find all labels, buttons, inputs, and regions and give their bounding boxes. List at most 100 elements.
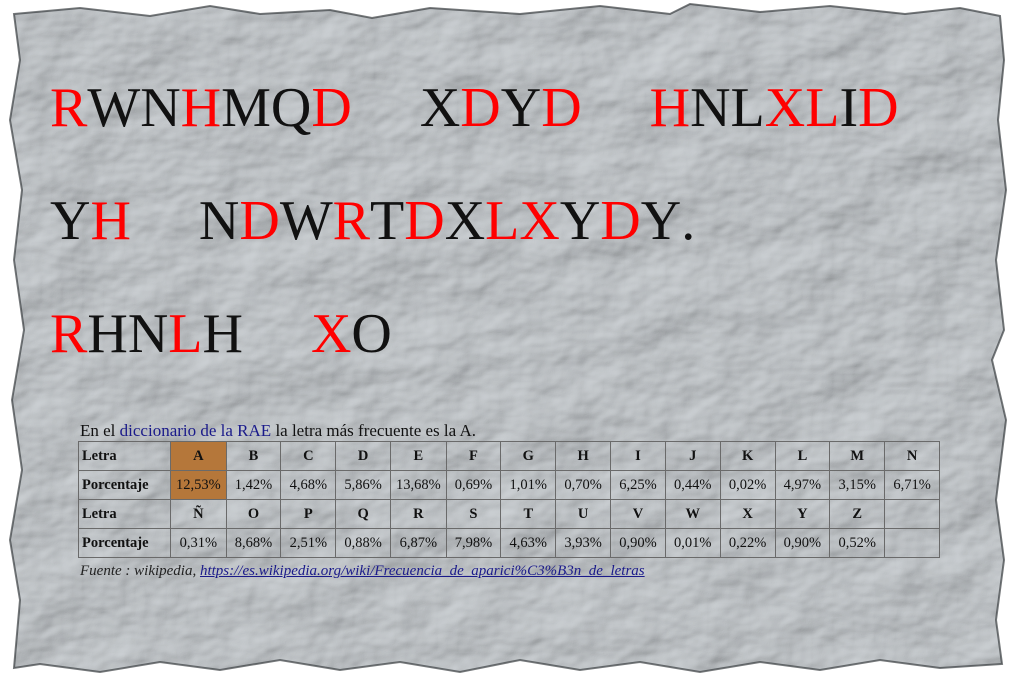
letter-cell: P <box>280 499 337 529</box>
source-line: Fuente : wikipedia, https://es.wikipedia… <box>80 560 940 582</box>
percent-cell: 0,69% <box>445 470 502 500</box>
letter-cell: E <box>390 441 447 471</box>
cipher-letter-highlighted: H <box>90 190 131 252</box>
letter-header-cell: Letra <box>77 499 172 529</box>
letter-frequency-table: Letra A B C D E F G H I J K L M N Porcentaje 12,53% 1,42%… <box>77 441 940 558</box>
percent-row: Porcentaje 0,31% 8,68% 2,51% 0,88% 6,87% 7,98%… <box>77 528 940 558</box>
letter-cell: O <box>225 499 282 529</box>
cipher-letter: X <box>444 190 486 252</box>
intro-after: la letra más frecuente es la A. <box>271 421 477 440</box>
letter-row: Letra A B C D E F G H I J K L M N <box>77 441 940 471</box>
letter-cell: F <box>445 441 502 471</box>
cipher-letter-highlighted: L <box>805 77 840 139</box>
cipher-letter: L <box>730 77 765 139</box>
letter-cell: B <box>225 441 282 471</box>
cipher-line: RHNLH XO <box>50 278 1000 391</box>
letter-cell: Y <box>774 499 831 529</box>
cipher-letter: Y <box>50 190 91 252</box>
percent-cell: 0,31% <box>170 528 227 558</box>
cipher-letter-highlighted: X <box>310 303 352 365</box>
cipher-letter-highlighted: L <box>168 303 203 365</box>
percent-header-cell: Porcentaje <box>77 528 172 558</box>
cipher-letter: N <box>690 77 731 139</box>
cipher-letter: H <box>87 303 128 365</box>
cipher-letter: M <box>221 77 271 139</box>
cipher-letter-highlighted: H <box>649 77 691 139</box>
cipher-letter: W <box>279 190 333 252</box>
percent-cell: 0,90% <box>610 528 666 558</box>
letter-cell <box>884 499 940 529</box>
source-link[interactable]: https://es.wikipedia.org/wiki/Frecuencia… <box>200 563 645 579</box>
percent-cell: 0,88% <box>335 528 392 558</box>
percent-cell: 1,01% <box>500 470 557 500</box>
cipher-letter: Y <box>559 190 601 252</box>
cipher-letter-highlighted: H <box>180 77 222 139</box>
percent-cell <box>884 528 940 558</box>
letter-cell: A <box>170 441 227 471</box>
cipher-letter: Y <box>500 77 542 139</box>
letter-cell: W <box>664 499 721 529</box>
cipher-letter: T <box>370 190 405 252</box>
percent-header-cell: Porcentaje <box>77 470 172 500</box>
cipher-letter: . <box>681 190 696 252</box>
cipher-letter-highlighted: R <box>50 77 88 139</box>
cipher-letter-highlighted: D <box>239 190 280 252</box>
cipher-letter: I <box>839 77 859 139</box>
percent-cell: 0,90% <box>774 528 831 558</box>
cipher-letter-highlighted: D <box>460 77 501 139</box>
intro-sentence: En el diccionario de la RAE la letra más… <box>80 421 940 441</box>
percent-cell: 0,22% <box>719 528 776 558</box>
cipher-letter: Y <box>640 190 682 252</box>
letter-cell: L <box>774 441 831 471</box>
cipher-word: HNLXLID <box>650 52 899 165</box>
percent-cell: 5,86% <box>335 470 392 500</box>
rae-dictionary-link[interactable]: diccionario de la RAE <box>120 421 272 440</box>
cipher-letter: Q <box>270 77 312 139</box>
cipher-letter: N <box>140 77 181 139</box>
cipher-line: YH NDWRTDXLXYDY. <box>50 165 1000 278</box>
intro-before: En el <box>80 421 120 440</box>
cipher-text: RWNHMQD XDYD HNLXLID YH NDWRTDXLXYDY. RHNLH XO <box>50 52 1000 391</box>
letter-cell: Q <box>335 499 392 529</box>
percent-cell: 3,15% <box>829 470 886 500</box>
letter-cell: S <box>445 499 502 529</box>
cipher-letter-highlighted: D <box>541 77 582 139</box>
info-section: En el diccionario de la RAE la letra más… <box>77 421 940 582</box>
letter-cell: D <box>335 441 392 471</box>
percent-cell: 8,68% <box>225 528 282 558</box>
cipher-word: XDYD <box>420 52 582 165</box>
cipher-letter-highlighted: D <box>858 77 899 139</box>
cipher-word: YH <box>50 165 131 278</box>
letter-cell: M <box>829 441 886 471</box>
percent-cell: 6,71% <box>884 470 940 500</box>
cipher-letter: W <box>87 77 141 139</box>
percent-cell: 4,63% <box>500 528 557 558</box>
cipher-letter-highlighted: R <box>332 190 371 252</box>
cipher-word: XO <box>311 278 392 391</box>
cipher-word: NDWRTDXLXYDY. <box>199 165 695 278</box>
letter-cell: U <box>555 499 612 529</box>
letter-cell: K <box>719 441 776 471</box>
cipher-letter: O <box>351 303 392 365</box>
cipher-letter: N <box>198 190 240 252</box>
cipher-line: RWNHMQD XDYD HNLXLID <box>50 52 1000 165</box>
percent-cell: 4,97% <box>774 470 831 500</box>
letter-cell: N <box>884 441 940 471</box>
percent-cell: 0,52% <box>829 528 886 558</box>
cipher-word: RWNHMQD <box>50 52 352 165</box>
letter-cell: R <box>390 499 447 529</box>
letter-header-cell: Letra <box>77 441 172 471</box>
cipher-letter-highlighted: D <box>311 77 352 139</box>
percent-cell: 0,44% <box>664 470 721 500</box>
cipher-letter-highlighted: L <box>485 190 520 252</box>
percent-cell: 2,51% <box>280 528 337 558</box>
percent-row: Porcentaje 12,53% 1,42% 4,68% 5,86% 13,68% 0,6… <box>77 470 940 500</box>
cipher-letter: X <box>419 77 461 139</box>
letter-cell: X <box>719 499 776 529</box>
cipher-word: RHNLH <box>50 278 243 391</box>
letter-row: Letra Ñ O P Q R S T U V W X Y Z <box>77 499 940 529</box>
percent-cell: 4,68% <box>280 470 337 500</box>
percent-cell: 13,68% <box>390 470 447 500</box>
percent-cell: 6,87% <box>390 528 447 558</box>
percent-cell: 6,25% <box>610 470 666 500</box>
